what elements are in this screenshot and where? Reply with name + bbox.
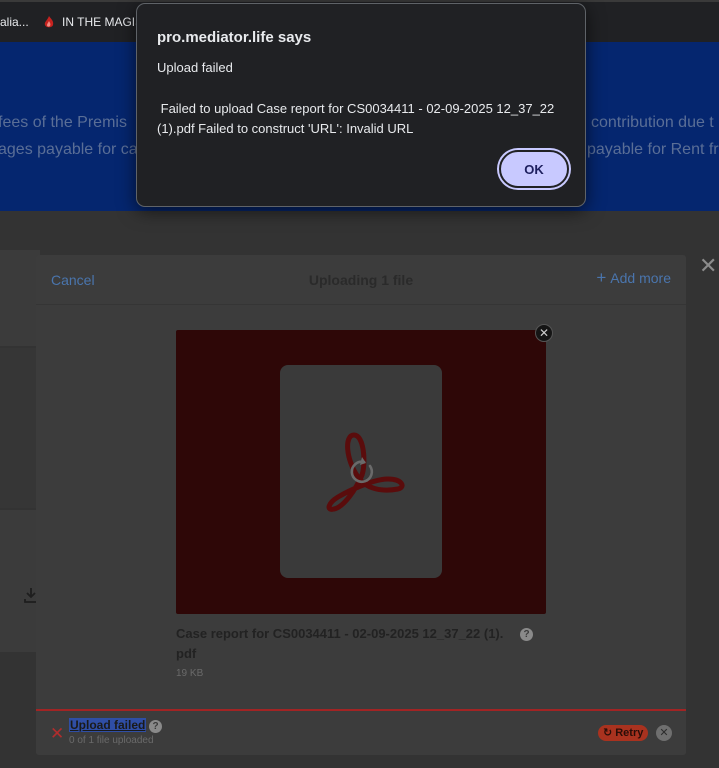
retry-icon: ↻ (603, 727, 613, 739)
modal-title: Uploading 1 file (308, 272, 414, 288)
help-icon[interactable]: ? (149, 720, 162, 733)
file-name: Case report for CS0034411 - 02-09-2025 1… (176, 626, 504, 661)
hero-text: payable for Rent fr (587, 141, 719, 158)
bookmark-item-2[interactable]: IN THE MAGIS (42, 15, 143, 29)
dismiss-button[interactable]: ✕ (656, 725, 672, 741)
retry-button[interactable]: ↻ Retry (598, 725, 649, 741)
file-size: 19 KB (176, 668, 204, 679)
hero-text: contribution due t (591, 114, 714, 131)
remove-file-button[interactable]: ✕ (535, 324, 553, 342)
help-icon[interactable]: ? (520, 628, 533, 641)
add-more-label: Add more (610, 270, 671, 286)
close-icon[interactable]: ✕ (699, 255, 717, 277)
upload-modal: Cancel Uploading 1 file + Add more ✕ Cas… (36, 255, 686, 755)
ok-button[interactable]: OK (499, 150, 569, 188)
plus-icon: + (596, 268, 607, 287)
alert-message-detail: Failed to upload Case report for CS00344… (157, 101, 558, 136)
alert-title: pro.mediator.life says (157, 29, 312, 46)
file-preview (176, 330, 546, 614)
alert-dialog: pro.mediator.life says Upload failed Fai… (136, 3, 586, 207)
error-x-icon: ✕ (50, 724, 65, 743)
page-panel (0, 348, 40, 508)
status-subtitle: 0 of 1 file uploaded (69, 735, 154, 746)
status-title: Upload failed (69, 718, 147, 732)
flame-icon (44, 16, 54, 28)
retry-label: Retry (615, 727, 644, 739)
modal-header: Cancel Uploading 1 file + Add more (36, 255, 686, 305)
upload-status-bar: ✕ Upload failed ? 0 of 1 file uploaded ↻… (36, 709, 686, 755)
bookmark-label: alia... (0, 15, 29, 29)
pdf-thumbnail (280, 365, 442, 578)
alert-message: Upload failed (157, 60, 233, 75)
page-panel (0, 510, 40, 652)
bookmark-label: IN THE MAGIS (62, 15, 144, 29)
bookmark-item-1[interactable]: alia... (0, 15, 29, 29)
page-panel (0, 250, 40, 346)
hero-text: fees of the Premis (0, 114, 127, 131)
hero-text: ages payable for ca (0, 141, 138, 158)
add-more-button[interactable]: + Add more (596, 268, 671, 287)
pdf-acrobat-icon (326, 432, 405, 512)
